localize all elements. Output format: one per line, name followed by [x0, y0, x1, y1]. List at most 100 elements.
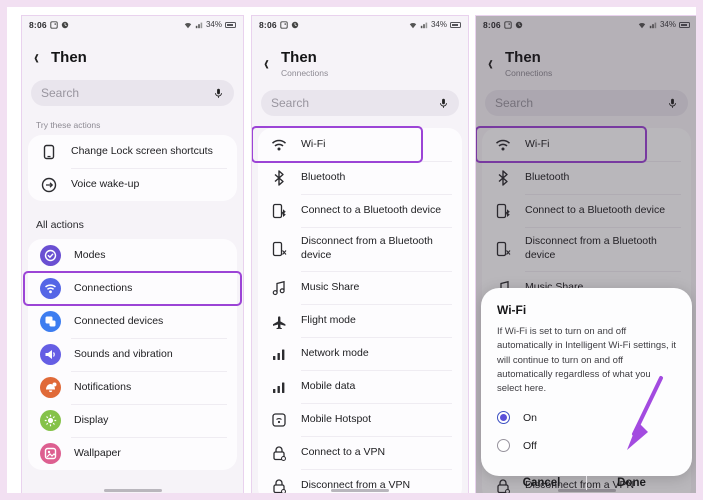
notifications-icon: [40, 377, 61, 398]
header: ‹ Then: [22, 33, 243, 76]
list-item[interactable]: Sounds and vibration: [28, 338, 237, 371]
clock-app-icon: [61, 21, 69, 29]
list-item[interactable]: Mobile Hotspot: [258, 403, 462, 436]
page-title: Then: [281, 49, 328, 66]
search-placeholder: Search: [41, 86, 79, 100]
list-item[interactable]: Notifications: [28, 371, 237, 404]
hotspot-icon: [270, 411, 288, 429]
list-item[interactable]: Network mode: [258, 337, 462, 370]
list-item-label: Connections: [74, 274, 132, 304]
modes-icon: [40, 245, 61, 266]
dialog-title: Wi-Fi: [497, 303, 676, 317]
list-item-label: Wi-Fi: [301, 130, 326, 160]
lock-shortcut-icon: [40, 143, 58, 161]
list-item-label: Change Lock screen shortcuts: [71, 137, 213, 167]
phone-screen-then-actions: 8:06 34% ‹ Then Search Try these actions…: [21, 15, 244, 499]
gesture-bar[interactable]: [104, 489, 162, 493]
list-item-label: Network mode: [301, 339, 369, 369]
list-item[interactable]: Connected devices: [28, 305, 237, 338]
search-input[interactable]: Search: [261, 90, 459, 116]
flight-mode-icon: [270, 312, 288, 330]
page-title: Then: [51, 49, 87, 66]
list-item-label: Mobile data: [301, 372, 355, 402]
microphone-icon[interactable]: [438, 98, 449, 109]
radio-selected-icon[interactable]: [497, 411, 510, 424]
page-subtitle: Connections: [281, 68, 328, 78]
back-chevron-icon[interactable]: ‹: [264, 53, 269, 74]
header: ‹ Then Connections: [252, 33, 468, 86]
status-bar: 8:06 34%: [252, 16, 468, 33]
list-item[interactable]: Connections: [28, 272, 237, 305]
list-item-label: Flight mode: [301, 306, 356, 336]
list-item[interactable]: Change Lock screen shortcuts: [28, 135, 237, 168]
list-item-label: Bluetooth: [301, 163, 345, 193]
list-item[interactable]: Disconnect from a Bluetooth device: [258, 227, 462, 271]
search-placeholder: Search: [271, 96, 309, 110]
bluetooth-disconnect-icon: [270, 240, 288, 258]
gallery-icon: [280, 21, 288, 29]
status-time: 8:06: [29, 20, 47, 30]
music-share-icon: [270, 279, 288, 297]
signal-bars-icon: [270, 345, 288, 363]
list-item[interactable]: Connect to a VPN: [258, 436, 462, 469]
wifi-status-icon: [184, 21, 192, 29]
list-item[interactable]: Flight mode: [258, 304, 462, 337]
phone-screen-wifi-dialog: 8:06 34% ‹ Then Connections Search Wi-Fi…: [475, 15, 698, 499]
list-item-label: Notifications: [74, 373, 131, 403]
search-input[interactable]: Search: [31, 80, 234, 106]
list-item[interactable]: Disconnect from a VPN: [258, 469, 462, 499]
radio-unselected-icon[interactable]: [497, 439, 510, 452]
battery-percent: 34%: [431, 20, 447, 29]
signal-bars-icon: [270, 378, 288, 396]
list-item-label: Display: [74, 406, 108, 436]
connected-devices-icon: [40, 311, 61, 332]
radio-option-off[interactable]: Off: [497, 439, 676, 452]
list-item-label: Voice wake-up: [71, 170, 139, 200]
list-item[interactable]: Wallpaper: [28, 437, 237, 470]
display-sun-icon: [40, 410, 61, 431]
connections-wifi-icon: [40, 278, 61, 299]
bluetooth-icon: [270, 169, 288, 187]
wallpaper-icon: [40, 443, 61, 464]
microphone-icon[interactable]: [213, 88, 224, 99]
list-item-label: Disconnect from a Bluetooth device: [301, 227, 450, 270]
list-item[interactable]: Connect to a Bluetooth device: [258, 194, 462, 227]
list-item-label: Modes: [74, 241, 106, 271]
back-chevron-icon[interactable]: ‹: [34, 47, 39, 68]
speaker-icon: [40, 344, 61, 365]
screenshot-canvas: 8:06 34% ‹ Then Search Try these actions…: [0, 0, 703, 500]
gesture-bar[interactable]: [331, 489, 389, 493]
list-item[interactable]: Mobile data: [258, 370, 462, 403]
wifi-dialog: Wi-Fi If Wi-Fi is set to turn on and off…: [481, 288, 692, 476]
list-item-label: Mobile Hotspot: [301, 405, 371, 435]
wifi-status-icon: [409, 21, 417, 29]
list-item-label: Wallpaper: [74, 439, 121, 469]
list-item[interactable]: Voice wake-up: [28, 168, 237, 201]
radio-label: On: [523, 412, 537, 424]
list-item-label: Sounds and vibration: [74, 340, 173, 370]
list-item[interactable]: Bluetooth: [258, 161, 462, 194]
list-item[interactable]: Music Share: [258, 271, 462, 304]
signal-status-icon: [420, 21, 428, 29]
list-item[interactable]: Wi-Fi: [258, 128, 462, 161]
voice-wakeup-icon: [40, 176, 58, 194]
list-item-label: Connect to a VPN: [301, 438, 385, 468]
battery-icon: [225, 22, 236, 28]
battery-percent: 34%: [206, 20, 222, 29]
radio-option-on[interactable]: On: [497, 411, 676, 424]
all-actions-card: ModesConnectionsConnected devicesSounds …: [28, 239, 237, 470]
phone-screen-connections-list: 8:06 34% ‹ Then Connections Search Wi-Fi…: [251, 15, 469, 499]
gallery-icon: [50, 21, 58, 29]
list-item-label: Disconnect from a VPN: [301, 471, 410, 499]
radio-label: Off: [523, 440, 537, 452]
list-item[interactable]: Modes: [28, 239, 237, 272]
list-item[interactable]: Display: [28, 404, 237, 437]
dialog-buttons: Cancel Done: [497, 470, 676, 496]
list-item-label: Connected devices: [74, 307, 163, 337]
done-button[interactable]: Done: [587, 470, 676, 496]
battery-icon: [450, 22, 461, 28]
section-label-all: All actions: [36, 219, 243, 231]
section-label-try: Try these actions: [36, 120, 243, 130]
cancel-button[interactable]: Cancel: [497, 470, 586, 496]
vpn-lock-icon: [270, 477, 288, 495]
